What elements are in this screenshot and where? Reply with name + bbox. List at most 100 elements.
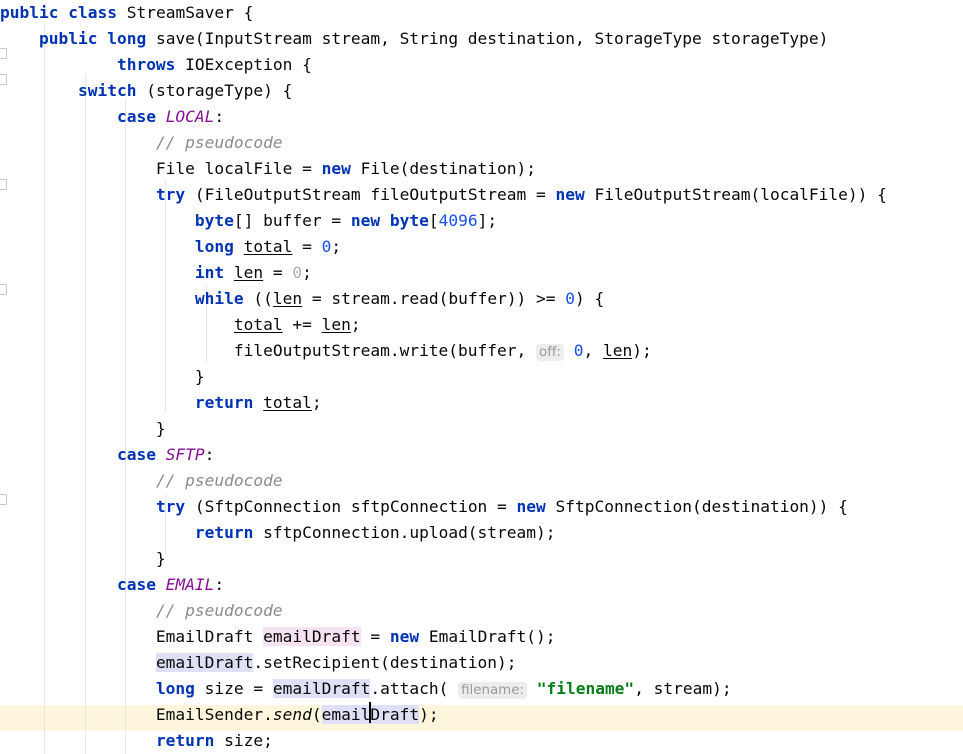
code-token-kw: byte (194, 211, 234, 230)
code-token-ident (0, 601, 156, 620)
code-line[interactable]: case EMAIL: (0, 572, 963, 598)
code-line[interactable]: // pseudocode (0, 130, 963, 156)
code-token-cmt: // pseudocode (155, 471, 283, 490)
code-token-ident (0, 575, 117, 594)
code-token-ident: File(destination); (350, 159, 537, 178)
code-token-ident: (( (243, 289, 273, 308)
code-token-kw: case (116, 445, 156, 464)
code-token-ident: ; (311, 393, 322, 412)
code-token-enumc: LOCAL (165, 107, 215, 126)
code-line[interactable]: // pseudocode (0, 468, 963, 494)
code-token-ident: : (204, 445, 215, 464)
code-token-ident (224, 263, 234, 282)
code-token-ident: , stream); (634, 679, 732, 698)
code-token-kw: new (389, 627, 420, 646)
code-token-ident: : (214, 575, 225, 594)
code-line[interactable]: emailDraft.setRecipient(destination); (0, 650, 963, 676)
code-token-ident (0, 315, 234, 334)
code-token-ident: [] buffer = (233, 211, 351, 230)
code-line[interactable]: return total; (0, 390, 963, 416)
code-token-ident: } (0, 367, 205, 386)
code-line[interactable]: } (0, 416, 963, 442)
code-token-ident: FileOutputStream(localFile)) { (584, 185, 887, 204)
code-token-ident (0, 237, 195, 256)
code-token-ident: ( (311, 705, 322, 724)
code-token-ident (0, 211, 195, 230)
usage-highlight-read: emailDraft (321, 702, 420, 724)
code-line[interactable]: // pseudocode (0, 598, 963, 624)
code-token-ident: ); (632, 341, 652, 360)
code-line[interactable]: try (SftpConnection sftpConnection = new… (0, 494, 963, 520)
code-token-kw: int (194, 263, 225, 282)
code-token-local: len (233, 263, 264, 282)
code-line[interactable]: int len = 0; (0, 260, 963, 286)
code-token-kw: long (155, 679, 195, 698)
code-token-ident: size; (214, 731, 273, 750)
code-line[interactable]: public class StreamSaver { (0, 0, 963, 26)
code-token-kw: switch (77, 81, 137, 100)
code-token-local: total (263, 393, 312, 412)
code-line[interactable]: return sftpConnection.upload(stream); (0, 520, 963, 546)
code-token-kw: return (155, 731, 215, 750)
code-token-ident (0, 107, 117, 126)
code-line[interactable]: total += len; (0, 312, 963, 338)
code-token-ident (0, 133, 156, 152)
code-token-ident: StreamSaver { (116, 3, 254, 22)
code-token-ident: EmailDraft(); (419, 627, 556, 646)
usage-highlight-write: emailDraft (263, 627, 361, 646)
code-line[interactable]: long total = 0; (0, 234, 963, 260)
code-token-ident: size = (194, 679, 273, 698)
code-token-ident: ; (350, 315, 361, 334)
code-line[interactable]: byte[] buffer = new byte[4096]; (0, 208, 963, 234)
code-token-ident: save(InputStream stream, String destinat… (146, 29, 829, 48)
code-line[interactable]: fileOutputStream.write(buffer, off: 0, l… (0, 338, 963, 364)
code-line[interactable]: case SFTP: (0, 442, 963, 468)
code-token-kw: return (194, 523, 254, 542)
code-token-kw: byte (389, 211, 429, 230)
code-line[interactable]: while ((len = stream.read(buffer)) >= 0)… (0, 286, 963, 312)
code-token-ident (380, 211, 390, 230)
code-line[interactable]: case LOCAL: (0, 104, 963, 130)
code-token-kw: new (516, 497, 546, 516)
code-line[interactable]: throws IOException { (0, 52, 963, 78)
code-token-ident (0, 263, 195, 282)
code-token-kw: class (68, 3, 117, 22)
code-line[interactable]: return size; (0, 728, 963, 754)
code-token-ident (0, 653, 156, 672)
code-token-ident (0, 523, 195, 542)
code-token-ident: ; (331, 237, 342, 256)
code-token-ident (0, 497, 156, 516)
code-line[interactable]: File localFile = new File(destination); (0, 156, 963, 182)
code-line[interactable]: EmailDraft emailDraft = new EmailDraft()… (0, 624, 963, 650)
code-line[interactable]: long size = emailDraft.attach( filename:… (0, 676, 963, 702)
code-token-local: len (321, 315, 351, 334)
code-token-ident (527, 679, 537, 698)
code-line[interactable]: public long save(InputStream stream, Str… (0, 26, 963, 52)
code-editor[interactable]: public class StreamSaver { public long s… (0, 0, 963, 754)
code-line[interactable]: } (0, 546, 963, 572)
code-token-ident (97, 29, 107, 48)
code-token-ident: } (0, 419, 166, 438)
code-token-local: len (602, 341, 633, 360)
code-token-ident (0, 679, 156, 698)
code-token-cmt: // pseudocode (155, 133, 283, 152)
code-line[interactable]: } (0, 364, 963, 390)
code-token-kw: try (155, 497, 186, 516)
code-line[interactable]: switch (storageType) { (0, 78, 963, 104)
code-token-num: 0 (321, 237, 332, 256)
code-token-kw: new (555, 185, 585, 204)
code-token-ident: ]; (477, 211, 498, 230)
code-token-kw: return (194, 393, 254, 412)
code-line[interactable]: EmailSender.send(emailDraft); (0, 702, 963, 728)
code-token-ident (156, 575, 166, 594)
code-token-enumc: EMAIL (165, 575, 215, 594)
code-line[interactable]: try (FileOutputStream fileOutputStream =… (0, 182, 963, 208)
code-token-ident (58, 3, 68, 22)
code-token-ident (156, 445, 166, 464)
code-token-ident: , (583, 341, 603, 360)
code-token-ident: ); (419, 705, 439, 724)
code-token-ident: : (214, 107, 225, 126)
code-token-kw: case (116, 107, 156, 126)
code-token-ident (0, 81, 78, 100)
code-token-ident (0, 731, 156, 750)
